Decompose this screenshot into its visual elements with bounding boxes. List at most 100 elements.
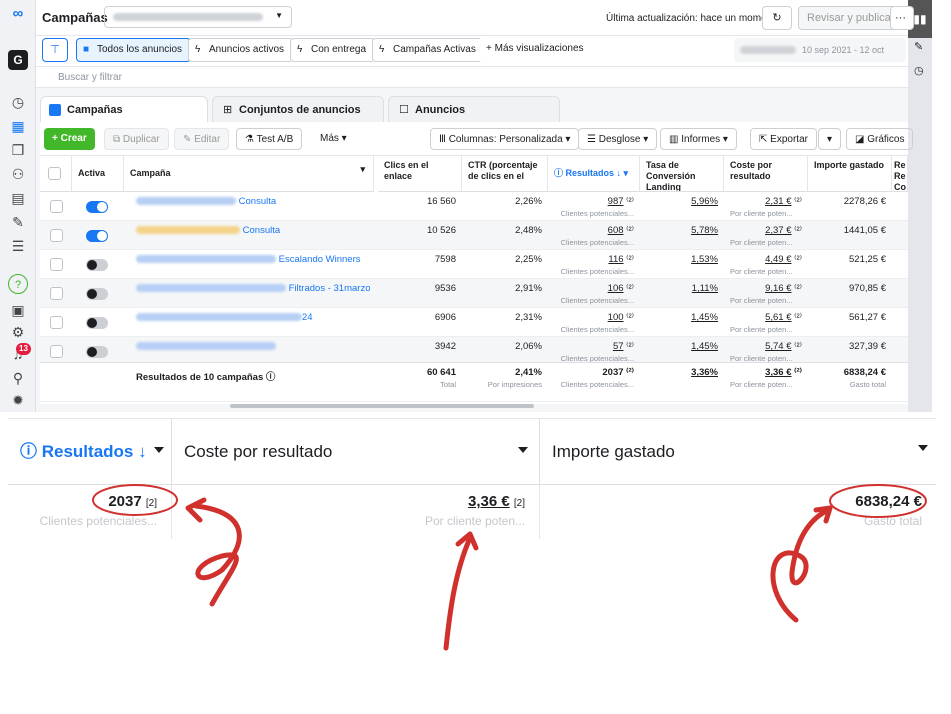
cost-cell: 2,37 € ⁽²⁾ Por cliente poten... [730, 225, 802, 247]
table-row[interactable]: 24 6906 2,31% 100 ⁽²⁾ Clientes potenciale… [40, 308, 908, 337]
table-row[interactable]: Escalando Winners 7598 2,25% 116 ⁽²⁾ Clie… [40, 250, 908, 279]
header-amount-spent[interactable]: Importe gastado [808, 156, 892, 192]
tab-active-ads[interactable]: ϟ Anuncios activos [188, 38, 294, 62]
horizontal-scrollbar[interactable] [230, 404, 534, 408]
campaigns-table-icon[interactable]: ▦ [8, 116, 28, 136]
info-icon: ⓘ [20, 442, 42, 461]
campaign-name-link[interactable]: 24 [130, 308, 370, 337]
row-checkbox[interactable] [50, 316, 63, 329]
dashboard-icon[interactable]: ◷ [8, 92, 28, 112]
search-bar[interactable]: Buscar y filtrar [36, 66, 908, 88]
zoom-header-cost: Coste por resultado [172, 419, 540, 485]
tab-campaigns[interactable]: Campañas [40, 96, 208, 122]
campaign-name-link[interactable]: Consulta [130, 192, 370, 221]
date-range-picker[interactable]: 10 sep 2021 - 12 oct 2024 [734, 38, 906, 79]
zoom-cost-total: 3,36 € [2] Por cliente poten... [172, 485, 540, 539]
campaign-name-link[interactable]: Filtrados - 31marzo [130, 279, 370, 308]
refresh-button[interactable]: ↻ [762, 6, 792, 30]
header-cost-per-result[interactable]: Coste por resultado [724, 156, 808, 192]
cost-cell: 9,16 € ⁽²⁾ Por cliente poten... [730, 283, 802, 305]
clicks-cell: 16 560 [426, 196, 456, 207]
bolt-icon: ϟ [195, 44, 201, 55]
columns-dropdown[interactable]: Ⅲ Columnas: Personalizada ▾ [430, 128, 580, 150]
header-active[interactable]: Activa [72, 156, 124, 192]
header-extra[interactable]: Re Re Co [892, 156, 908, 192]
meta-logo-icon[interactable]: ∞ [8, 4, 28, 24]
charts-button[interactable]: ◪ Gráficos [846, 128, 914, 150]
caret-down-icon [918, 445, 928, 451]
search-input[interactable]: Buscar y filtrar [58, 72, 122, 83]
account-avatar[interactable]: G [8, 50, 28, 70]
clicks-cell: 10 526 [426, 225, 456, 236]
active-toggle[interactable] [86, 230, 108, 242]
conversion-cell: 1,45% [691, 312, 718, 323]
menu-icon[interactable]: ☰ [8, 236, 28, 256]
campaign-name-link[interactable]: Escalando Winners [130, 250, 370, 279]
zoomed-totals-panel: ⓘ Resultados ↓ Coste por resultado Impor… [8, 418, 936, 542]
tab-active-campaigns[interactable]: ϟ Campañas Activas [372, 38, 485, 62]
caret-down-icon: ▾ [360, 164, 365, 174]
edit-button[interactable]: ✎ Editar [174, 128, 230, 150]
campaign-name-link[interactable]: Consulta [130, 221, 370, 250]
more-dropdown[interactable]: Más ▾ [312, 128, 355, 150]
tab-ads[interactable]: ☐ Anuncios [388, 96, 560, 122]
create-button[interactable]: + Crear [44, 128, 95, 150]
more-views-link[interactable]: + Más visualizaciones [478, 38, 592, 62]
caret-down-icon [518, 447, 528, 453]
table-row[interactable]: Consulta 10 526 2,48% 608 ⁽²⁾ Clientes po… [40, 221, 908, 250]
duplicate-button[interactable]: ⧉ Duplicar [104, 128, 169, 150]
active-toggle[interactable] [86, 288, 108, 300]
campaign-flag-icon [49, 104, 61, 116]
tab-delivering[interactable]: ϟ Con entrega [290, 38, 376, 62]
tab-all-ads[interactable]: ■ Todos los anuncios [76, 38, 192, 62]
audiences-icon[interactable]: ⚇ [8, 164, 28, 184]
tab-ad-sets[interactable]: ⊞ Conjuntos de anuncios [212, 96, 384, 122]
breakdown-dropdown[interactable]: ☰ Desglose ▾ [578, 128, 658, 150]
ab-test-button[interactable]: ⚗ Test A/B [236, 128, 303, 150]
header-ctr[interactable]: CTR (porcentaje de clics en el [462, 156, 548, 192]
account-selector[interactable]: ▼ [104, 6, 292, 28]
clock-icon[interactable]: ◷ [914, 64, 924, 77]
catalog-icon[interactable]: ▤ [8, 188, 28, 208]
row-checkbox[interactable] [50, 229, 63, 242]
chart-icon: ◪ [855, 134, 868, 145]
active-toggle[interactable] [86, 346, 108, 358]
row-checkbox[interactable] [50, 287, 63, 300]
more-options-button[interactable]: ··· [890, 6, 914, 30]
header-results[interactable]: ⓘ Resultados ↓ ▾ [548, 156, 640, 192]
header-conversion-rate[interactable]: Tasa de Conversión Landing [640, 156, 724, 192]
active-toggle[interactable] [86, 259, 108, 271]
export-dropdown[interactable]: ▾ [818, 128, 842, 150]
megaphone-icon[interactable]: ✎ [8, 212, 28, 232]
pages-icon[interactable]: ❒ [8, 140, 28, 160]
pencil-icon[interactable]: ✎ [914, 40, 923, 53]
export-button[interactable]: ⇱ Exportar [750, 128, 817, 150]
help-icon[interactable]: ? [8, 274, 28, 294]
table-row[interactable]: Filtrados - 31marzo 9536 2,91% 106 ⁽²⁾ Cl… [40, 279, 908, 308]
header-link-clicks[interactable]: Clics en el enlace [378, 156, 462, 192]
search-icon[interactable]: ⚲ [8, 368, 28, 388]
conversion-cell: 1,53% [691, 254, 718, 265]
row-checkbox[interactable] [50, 200, 63, 213]
ad-box-icon: ☐ [399, 104, 409, 116]
select-all-checkbox[interactable] [48, 167, 61, 180]
row-checkbox[interactable] [50, 258, 63, 271]
settings-gear-icon[interactable]: ⚙ [8, 322, 28, 342]
caret-down-icon [154, 447, 164, 453]
select-all-header [40, 156, 72, 192]
active-toggle[interactable] [86, 317, 108, 329]
active-toggle[interactable] [86, 201, 108, 213]
row-checkbox[interactable] [50, 345, 63, 358]
clicks-cell: 6906 [434, 312, 456, 323]
blurred-name [136, 255, 276, 264]
filter-button[interactable]: ⊤ [42, 38, 68, 62]
ctr-cell: 2,91% [515, 283, 542, 294]
table-row[interactable]: Consulta 16 560 2,26% 987 ⁽²⁾ Clientes po… [40, 192, 908, 221]
header-campaign[interactable]: Campaña ▾ [124, 156, 374, 192]
review-publish-button[interactable]: Revisar y publicar [798, 6, 904, 30]
bug-icon[interactable]: ✹ [8, 390, 28, 410]
results-cell: 100 ⁽²⁾ Clientes potenciales... [560, 312, 634, 334]
folder-icon: ■ [83, 44, 90, 55]
notes-icon[interactable]: ▣ [8, 300, 28, 320]
reports-dropdown[interactable]: ▥ Informes ▾ [660, 128, 737, 150]
